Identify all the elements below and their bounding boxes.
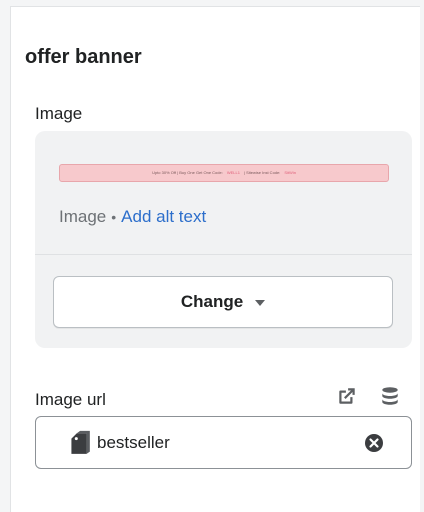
change-image-button[interactable]: Change	[53, 276, 393, 328]
add-alt-text-link[interactable]: Add alt text	[121, 207, 206, 227]
image-meta: Image • Add alt text	[59, 207, 206, 227]
image-picker-card: Upto 30% Off | Buy One Get One Code: WEL…	[35, 131, 412, 348]
banner-image-preview[interactable]: Upto 30% Off | Buy One Get One Code: WEL…	[59, 164, 389, 182]
image-meta-label: Image	[59, 207, 107, 226]
card-divider	[35, 254, 412, 255]
banner-text: Upto 30% Off | Buy One Get One Code:	[152, 170, 223, 175]
meta-separator: •	[111, 209, 117, 225]
clear-icon[interactable]	[364, 433, 384, 453]
image-url-value: bestseller	[97, 433, 170, 452]
banner-text-2: | Sitewise Inst Code:	[243, 170, 281, 175]
image-url-field[interactable]: bestseller	[35, 416, 412, 469]
change-button-label: Change	[180, 292, 244, 311]
caret-down-icon	[255, 300, 266, 306]
banner-code-1: WELL1	[226, 170, 240, 175]
external-link-icon[interactable]	[336, 385, 358, 407]
tag-icon	[71, 430, 90, 454]
image-setting-label: Image	[35, 104, 83, 123]
database-icon[interactable]	[379, 385, 401, 407]
banner-code-2: SitWin	[284, 170, 296, 175]
image-url-label: Image url	[35, 390, 106, 409]
section-title: offer banner	[25, 46, 142, 68]
